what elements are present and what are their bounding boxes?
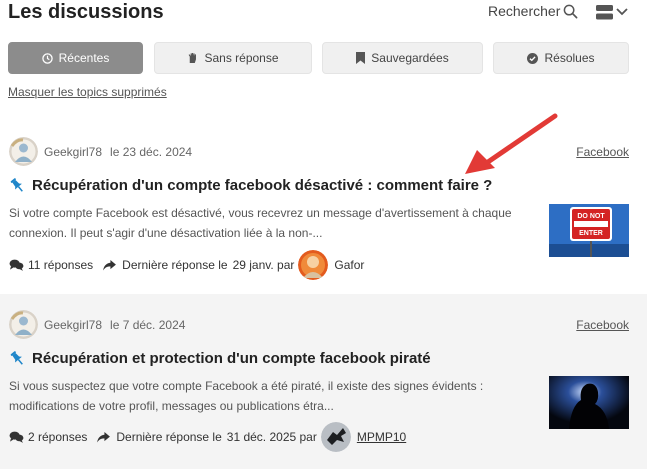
topic-thumbnail[interactable]: DO NOT ENTER [549, 204, 629, 257]
last-reply-date: 31 déc. 2025 par [226, 430, 317, 444]
topic-title-link[interactable]: Récupération d'un compte facebook désact… [9, 177, 492, 194]
last-reply-label: Dernière réponse le [116, 430, 222, 444]
category-link[interactable]: Facebook [576, 318, 629, 332]
filter-sauvegardees-label: Sauvegardées [371, 51, 449, 65]
topic-item: Geekgirl78 le 7 déc. 2024 Facebook Récupé… [0, 294, 647, 469]
filter-recentes-button[interactable]: Récentes [8, 42, 143, 74]
check-circle-icon [527, 52, 539, 64]
comments-icon [9, 431, 24, 443]
topic-title-link[interactable]: Récupération et protection d'un compte f… [9, 350, 431, 367]
filter-recentes-label: Récentes [58, 51, 110, 65]
filter-sans-reponse-button[interactable]: Sans réponse [154, 42, 312, 74]
filter-sans-reponse-label: Sans réponse [204, 51, 279, 65]
pin-icon [10, 178, 23, 192]
topic-stats: 11 réponses Dernière réponse le 29 janv.… [9, 250, 364, 280]
clock-icon [41, 52, 53, 64]
category-link[interactable]: Facebook [576, 145, 629, 159]
pin-icon [10, 351, 23, 365]
list-view-icon [596, 4, 613, 19]
last-reply-user[interactable]: Gafor [334, 258, 364, 272]
topic-stats: 2 réponses Dernière réponse le 31 déc. 2… [9, 422, 406, 452]
author-name[interactable]: Geekgirl78 [44, 318, 102, 332]
sign-text-1: DO NOT [577, 213, 605, 220]
hide-deleted-topics-link[interactable]: Masquer les topics supprimés [8, 85, 167, 99]
reply-arrow-icon [103, 259, 117, 271]
filter-resolues-button[interactable]: Résolues [493, 42, 629, 74]
topic-excerpt: Si votre compte Facebook est désactivé, … [9, 206, 512, 240]
topic-date: le 23 déc. 2024 [110, 145, 193, 159]
last-reply-label: Dernière réponse le [122, 258, 228, 272]
last-reply-avatar[interactable] [298, 250, 329, 280]
search-icon [564, 4, 578, 18]
last-reply-user[interactable]: MPMP10 [357, 430, 406, 444]
topic-date: le 7 déc. 2024 [110, 318, 186, 332]
topic-meta: Geekgirl78 le 23 déc. 2024 [44, 145, 192, 159]
search-label: Rechercher [488, 3, 561, 19]
topic-item: Geekgirl78 le 23 déc. 2024 Facebook Récup… [0, 122, 647, 294]
page-header: Les discussions Rechercher [8, 0, 639, 28]
topic-title: Récupération et protection d'un compte f… [32, 350, 431, 367]
last-reply-date: 29 janv. par [232, 258, 295, 272]
author-name[interactable]: Geekgirl78 [44, 145, 102, 159]
topic-title: Récupération d'un compte facebook désact… [32, 177, 493, 194]
filter-resolues-label: Résolues [544, 51, 595, 65]
author-avatar[interactable] [9, 137, 38, 166]
reply-count: 2 réponses [28, 430, 88, 444]
filter-sauvegardees-button[interactable]: Sauvegardées [322, 42, 483, 74]
chevron-down-icon [616, 8, 628, 16]
page-title: Les discussions [8, 1, 164, 23]
topic-excerpt: Si vous suspectez que votre compte Faceb… [9, 379, 484, 413]
search-button[interactable]: Rechercher [488, 3, 578, 19]
reply-arrow-icon [97, 431, 111, 443]
view-toggle-button[interactable] [596, 2, 632, 22]
reply-count: 11 réponses [28, 258, 94, 272]
bookmark-icon [356, 52, 366, 64]
topic-meta: Geekgirl78 le 7 déc. 2024 [44, 318, 185, 332]
topic-thumbnail[interactable] [549, 376, 629, 429]
filter-bar: Récentes Sans réponse Sauvegardées Résol… [8, 42, 629, 74]
comments-icon [9, 259, 24, 271]
hand-icon [189, 52, 197, 64]
sign-text-2: ENTER [579, 230, 603, 237]
last-reply-avatar[interactable] [320, 422, 351, 452]
author-avatar[interactable] [9, 310, 38, 339]
